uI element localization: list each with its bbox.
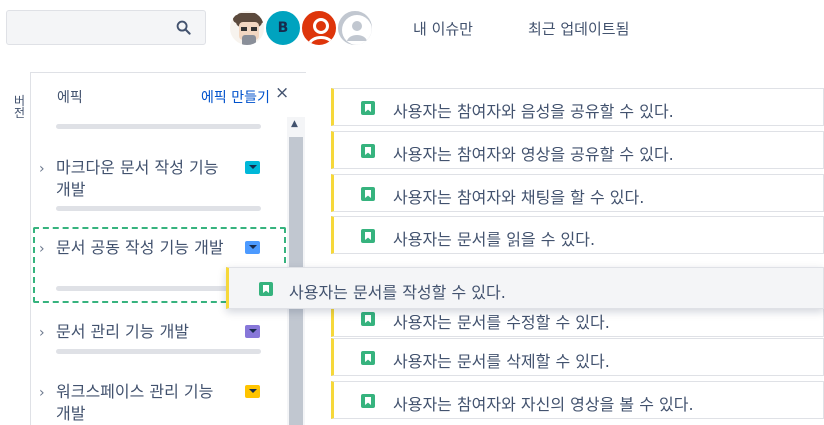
default-avatar-icon [342, 15, 372, 45]
epic-color-dropdown-icon[interactable] [245, 241, 260, 254]
issue-summary: 사용자는 참여자와 음성을 공유할 수 있다. [393, 102, 674, 121]
epic-progress-bar [56, 206, 261, 211]
epic-progress-bar [56, 349, 261, 354]
story-icon [361, 351, 375, 365]
chevron-right-icon[interactable]: › [39, 161, 45, 177]
versions-tab[interactable]: 버전 [14, 95, 28, 119]
epic-color-dropdown-icon[interactable] [245, 385, 260, 398]
issue-summary: 사용자는 문서를 작성할 수 있다. [289, 283, 506, 302]
backlog-item[interactable]: 사용자는 참여자와 영상을 공유할 수 있다. [331, 131, 824, 169]
issue-summary: 사용자는 참여자와 영상을 공유할 수 있다. [393, 145, 674, 164]
issue-summary: 사용자는 참여자와 자신의 영상을 볼 수 있다. [393, 395, 694, 414]
avatar[interactable]: B [264, 9, 302, 47]
dragging-backlog-item[interactable]: 사용자는 문서를 작성할 수 있다. [226, 267, 824, 309]
epic-color-dropdown-icon[interactable] [245, 161, 260, 174]
chevron-right-icon[interactable]: › [39, 325, 45, 341]
search-input[interactable] [6, 10, 206, 45]
avatar-initial: B [277, 20, 289, 36]
chevron-right-icon[interactable]: › [39, 241, 45, 257]
epic-panel-title: 에픽 [57, 90, 83, 106]
epic-color-dropdown-icon[interactable] [245, 325, 260, 338]
avatar[interactable] [228, 9, 266, 47]
backlog-item[interactable]: 사용자는 문서를 삭제할 수 있다. [331, 338, 824, 376]
epic-title: 문서 공동 작성 기능 개발 [56, 238, 224, 257]
issue-summary: 사용자는 참여자와 채팅을 할 수 있다. [393, 188, 645, 207]
issue-summary: 사용자는 문서를 삭제할 수 있다. [393, 352, 610, 371]
epic-title: 워크스페이스 관리 기능 개발 [56, 382, 214, 423]
close-icon[interactable]: × [275, 83, 289, 103]
story-icon [361, 187, 375, 201]
story-icon [361, 229, 375, 243]
search-icon[interactable] [176, 20, 191, 35]
quick-filter-recently-updated[interactable]: 최근 업데이트됨 [528, 18, 629, 39]
avatar[interactable] [336, 9, 374, 47]
epic-panel: 에픽 에픽 만들기 × › 마크다운 문서 작성 기능 개발 › 문서 공동 작… [30, 72, 306, 425]
quick-filter-my-issues[interactable]: 내 이슈만 [413, 18, 473, 39]
chevron-right-icon[interactable]: › [39, 385, 45, 401]
character-avatar-icon [233, 13, 264, 45]
story-icon [361, 101, 375, 115]
create-epic-link[interactable]: 에픽 만들기 [201, 87, 270, 107]
avatar-group: B [228, 8, 388, 48]
backlog-item[interactable]: 사용자는 참여자와 음성을 공유할 수 있다. [331, 88, 824, 126]
epic-title: 마크다운 문서 작성 기능 개발 [56, 158, 219, 199]
story-icon [361, 312, 375, 326]
story-icon [361, 144, 375, 158]
avatar[interactable] [300, 9, 338, 47]
story-icon [361, 394, 375, 408]
epic-progress-bar [56, 124, 261, 129]
backlog-item[interactable]: 사용자는 참여자와 채팅을 할 수 있다. [331, 174, 824, 212]
user-avatar-icon [307, 18, 335, 45]
backlog-item[interactable]: 사용자는 문서를 읽을 수 있다. [331, 216, 824, 254]
issue-summary: 사용자는 문서를 읽을 수 있다. [393, 230, 596, 249]
scroll-up-icon[interactable]: ▲ [291, 119, 298, 129]
issue-summary: 사용자는 문서를 수정할 수 있다. [393, 313, 610, 332]
story-icon [259, 282, 273, 296]
epic-title: 문서 관리 기능 개발 [56, 322, 190, 341]
backlog-item[interactable]: 사용자는 참여자와 자신의 영상을 볼 수 있다. [331, 381, 824, 419]
